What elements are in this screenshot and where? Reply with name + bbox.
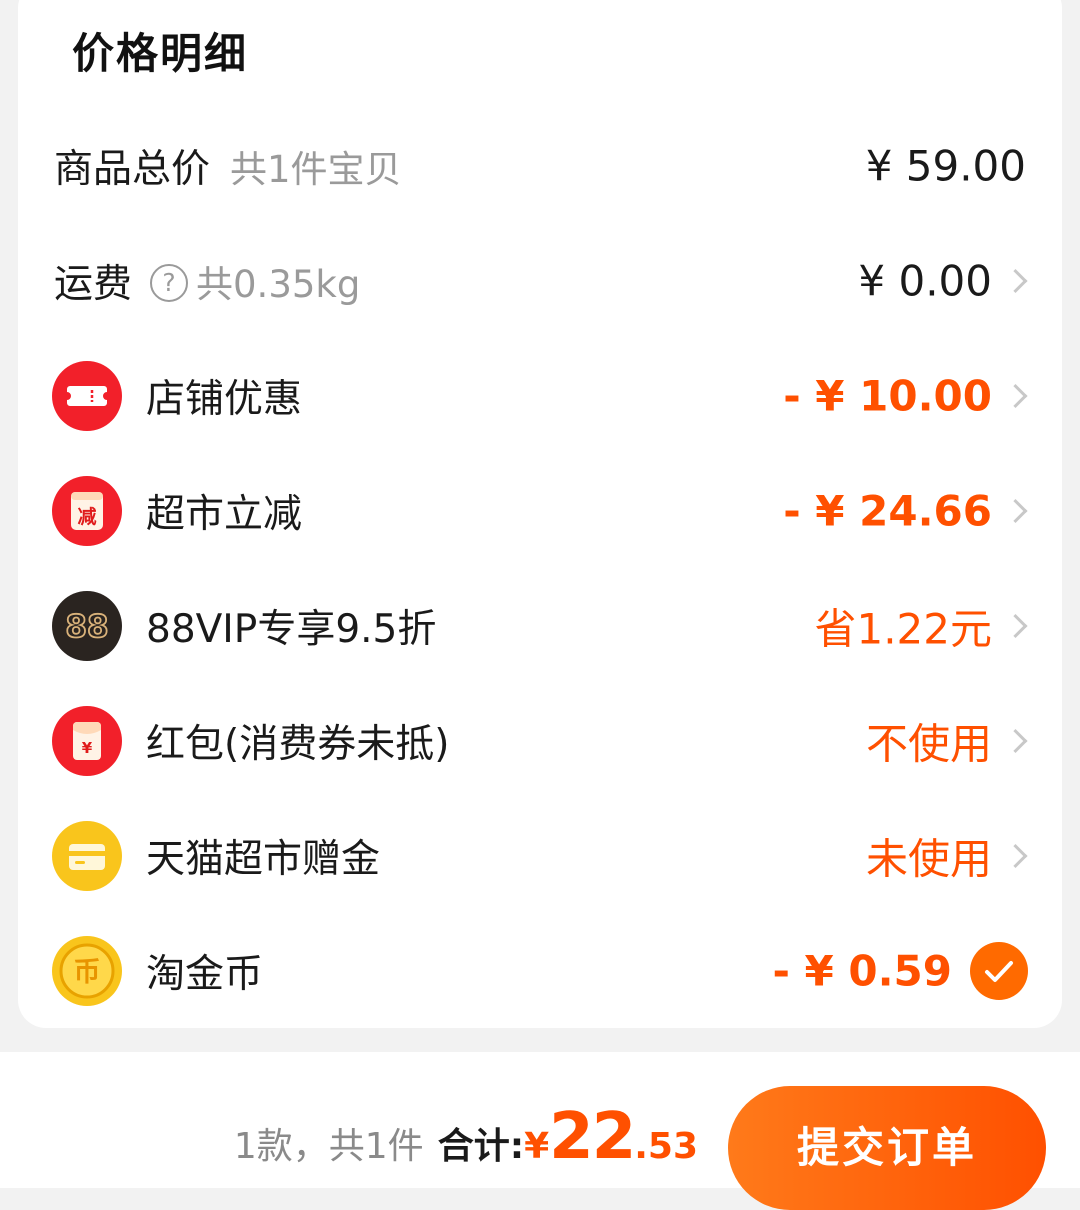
- shipping-label: 运费: [54, 262, 133, 307]
- goods-total-value: ¥ 59.00: [865, 141, 1026, 191]
- tmall-gift-label: 天猫超市赠金: [146, 837, 381, 882]
- cut-badge-icon: 减: [52, 476, 122, 546]
- shipping-weight-sub: 共0.35kg: [196, 263, 361, 306]
- total-amount-dec: .53: [634, 1126, 698, 1167]
- chevron-right-icon: [1003, 383, 1028, 409]
- order-summary: 1款，共1件 合计:¥22.53: [234, 1100, 698, 1174]
- chevron-right-icon: [1003, 268, 1028, 294]
- 88vip-icon-text: 88: [65, 609, 108, 645]
- coin-value: - ¥ 0.59: [772, 946, 952, 996]
- store-discount-label: 店铺优惠: [146, 377, 303, 422]
- coin-icon: 币: [52, 936, 122, 1006]
- row-goods-total: 商品总价 共1件宝贝 ¥ 59.00: [0, 116, 1080, 216]
- check-icon[interactable]: [970, 942, 1028, 1000]
- row-red-packet[interactable]: ¥ 红包(消费券未抵) 不使用: [0, 691, 1080, 791]
- red-packet-label: 红包(消费券未抵): [146, 722, 450, 767]
- help-icon[interactable]: ?: [150, 263, 189, 302]
- gift-card-icon: [52, 821, 122, 891]
- coin-icon-text: 币: [74, 957, 101, 988]
- row-88vip[interactable]: 88 88VIP专享9.5折 省1.22元: [0, 576, 1080, 676]
- row-coin[interactable]: 币 淘金币 - ¥ 0.59: [0, 921, 1080, 1021]
- goods-total-label: 商品总价: [54, 147, 211, 192]
- red-packet-icon-text: ¥: [82, 739, 93, 757]
- chevron-right-icon: [1003, 728, 1028, 754]
- submit-order-button[interactable]: 提交订单: [728, 1086, 1046, 1210]
- vip-saving-value: 省1.22元: [814, 604, 992, 654]
- red-packet-icon: ¥: [52, 706, 122, 776]
- total-amount-int: 22: [549, 1100, 636, 1174]
- chevron-right-icon: [1003, 843, 1028, 869]
- row-goods-label-wrap: 商品总价 共1件宝贝: [54, 138, 402, 194]
- cut-badge-text: 减: [77, 505, 96, 528]
- tmall-gift-value: 未使用: [865, 834, 992, 884]
- row-tmall-gift[interactable]: 天猫超市赠金 未使用: [0, 806, 1080, 906]
- row-store-discount[interactable]: 店铺优惠 - ¥ 10.00: [0, 346, 1080, 446]
- vip-label: 88VIP专享9.5折: [146, 607, 437, 652]
- row-shipping[interactable]: 运费? 共0.35kg ¥ 0.00: [0, 231, 1080, 331]
- market-cut-label: 超市立减: [146, 492, 303, 537]
- chevron-right-icon: [1003, 613, 1028, 639]
- bottom-bar: 1款，共1件 合计:¥22.53 提交订单: [0, 1052, 1080, 1210]
- total-label: 合计:: [437, 1126, 525, 1167]
- row-shipping-label-wrap: 运费? 共0.35kg: [54, 253, 360, 309]
- 88vip-icon: 88: [52, 591, 122, 661]
- ticket-icon: [52, 361, 122, 431]
- goods-count-sub: 共1件宝贝: [230, 148, 402, 191]
- total-currency: ¥: [524, 1126, 550, 1167]
- section-title: 价格明细: [72, 29, 249, 78]
- item-count: 1款，共1件: [233, 1126, 424, 1167]
- market-cut-value: - ¥ 24.66: [783, 486, 992, 536]
- coin-label: 淘金币: [146, 952, 264, 997]
- row-market-cut[interactable]: 减 超市立减 - ¥ 24.66: [0, 461, 1080, 561]
- chevron-right-icon: [1003, 498, 1028, 524]
- shipping-value: ¥ 0.00: [858, 256, 992, 306]
- red-packet-value: 不使用: [865, 719, 992, 769]
- store-discount-value: - ¥ 10.00: [783, 371, 992, 421]
